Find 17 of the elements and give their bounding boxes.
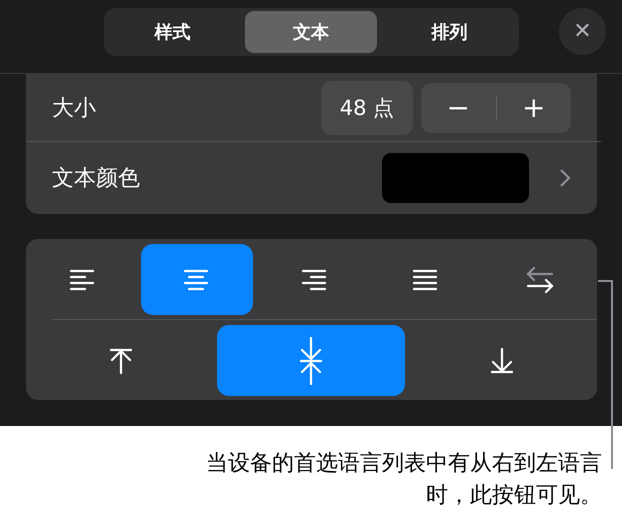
align-top-icon <box>110 348 132 374</box>
decrement-button[interactable]: − <box>421 82 496 132</box>
tab[interactable]: 样式 <box>106 11 239 53</box>
align-bottom-icon <box>490 348 513 374</box>
tab[interactable]: 排列 <box>383 11 516 53</box>
align-middle-icon <box>300 336 322 384</box>
size-value[interactable]: 48 点 <box>321 80 413 134</box>
callout-text: 当设备的首选语言列表中有从右到左语言时，此按钮可见。 <box>205 450 602 510</box>
arrows-icon <box>526 266 554 294</box>
justify-icon <box>412 268 440 292</box>
increment-button[interactable]: + <box>496 82 571 132</box>
size-label: 大小 <box>52 94 97 122</box>
chevron-icon <box>559 168 571 188</box>
close-button[interactable]: ✕ <box>559 8 606 55</box>
text-color-label: 文本颜色 <box>52 164 141 192</box>
tab[interactable]: 文本 <box>244 11 378 53</box>
color-swatch[interactable] <box>382 152 529 202</box>
